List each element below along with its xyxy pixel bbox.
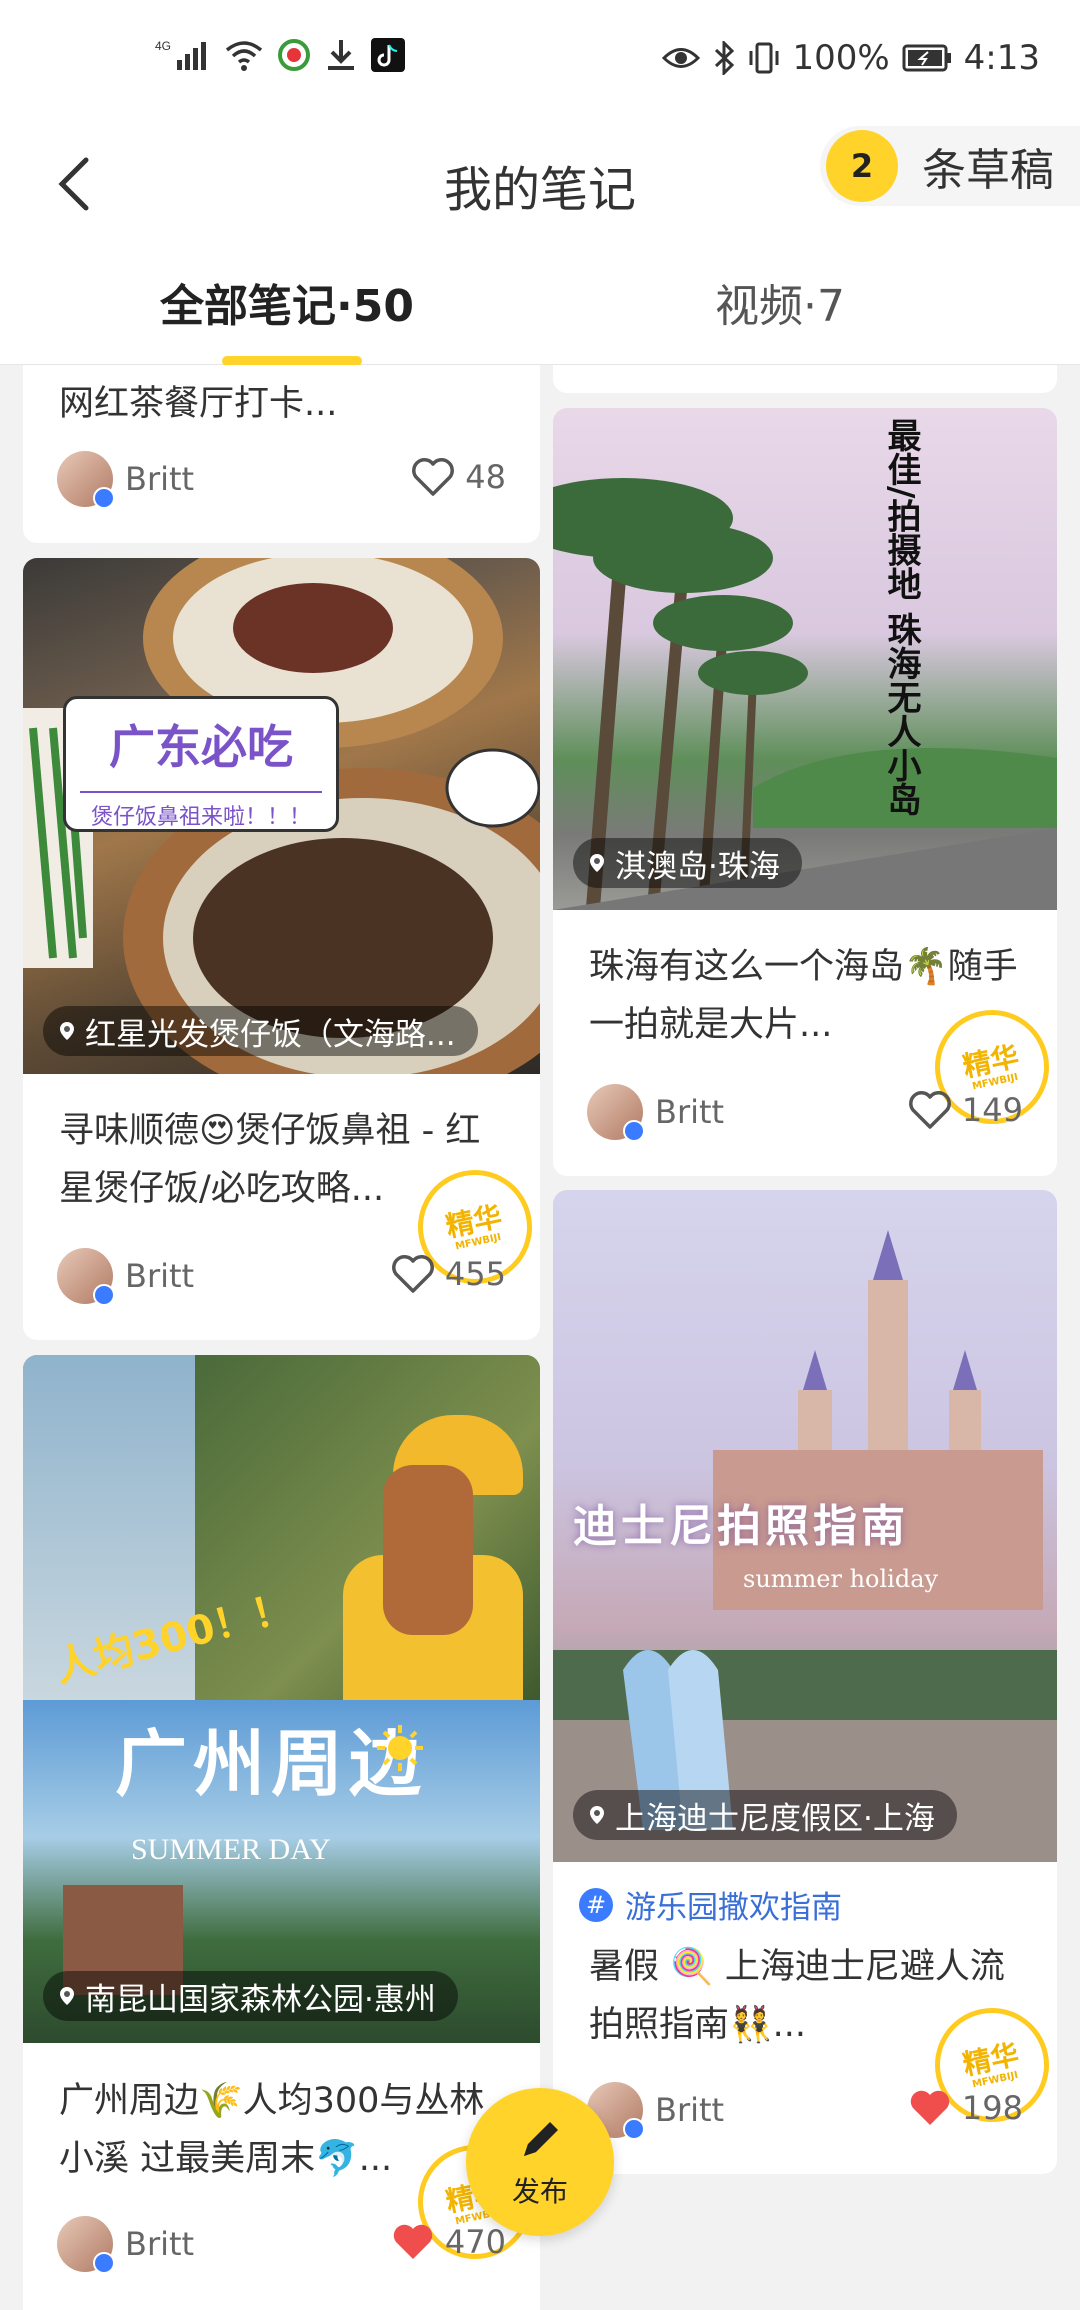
eye-icon [662,43,701,73]
note-title: 网红茶餐厅打卡... [59,384,338,424]
author-name: Britt [655,1093,725,1131]
verified-badge-icon [93,487,115,509]
note-card-zhuhai-island[interactable]: 最佳/拍摄地 珠海无人小岛 淇澳岛·珠海 珠海有这么一个海岛🌴随手一拍就是大片.… [553,408,1057,1176]
author-name: Britt [125,1257,195,1295]
avatar [587,1084,645,1142]
author-name: Britt [655,2091,725,2129]
sticker-title: 广东必吃 [109,720,293,774]
note-card-previous[interactable] [553,365,1057,393]
location-tag[interactable]: 上海迪士尼度假区·上海 [573,1790,957,1840]
image-person-hair [383,1465,473,1635]
publish-button[interactable]: 发布 [466,2088,614,2236]
header: 我的笔记 2 条草稿 [0,120,1080,248]
drafts-label: 条草稿 [922,145,1054,196]
download-icon [325,38,357,72]
note-cover-image: 最佳/拍摄地 珠海无人小岛 淇澳岛·珠海 [553,408,1057,910]
note-card-guangzhou-trip[interactable]: 人均300！！ 广州周边 SUMMER DAY 南昆山国家森林公园·惠州 广州周… [23,1355,540,2310]
tiktok-icon [371,38,405,72]
signal-icon: 4G [155,38,211,72]
location-pin-icon [590,1806,604,1824]
avatar [57,451,115,509]
heart-outline-icon [412,458,455,496]
note-card-disney[interactable]: 迪士尼拍照指南 summer holiday 上海迪士尼度假区·上海 # 游乐园… [553,1190,1057,2174]
hashtag-icon: # [579,1887,613,1922]
verified-badge-icon [93,2252,115,2274]
heart-filled-icon [393,2224,433,2259]
note-card-tea-restaurant[interactable]: 网红茶餐厅打卡... Britt 48 [23,365,540,543]
like-button[interactable]: 455 [391,1254,506,1294]
battery-percent: 100% [792,38,890,78]
author-name: Britt [125,460,195,498]
author[interactable]: Britt [57,451,195,509]
location-tag[interactable]: 南昆山国家森林公园·惠州 [43,1971,458,2021]
sticker-subtitle: 煲仔饭鼻祖来啦！！！ [80,791,322,831]
network-type: 4G [155,39,171,53]
like-count: 455 [444,1255,506,1293]
avatar [57,2216,115,2274]
overlay-vertical-text: 最佳/拍摄地 珠海无人小岛 [881,418,921,817]
tab-all-notes[interactable]: 全部笔记·50 [160,270,414,334]
overlay-summer-text: SUMMER DAY [131,1833,331,1866]
status-left: 4G [155,38,405,72]
bluetooth-icon [712,41,736,75]
status-right: 100% 4:13 [662,38,1040,78]
overlay-title-text: 迪士尼拍照指南 [573,1501,909,1552]
author[interactable]: Britt [57,2216,195,2274]
location-text: 上海迪士尼度假区·上海 [615,1800,935,1837]
like-button[interactable]: 198 [908,2088,1023,2128]
location-text: 南昆山国家森林公园·惠州 [85,1981,436,2018]
tab-bar: 全部笔记·50 视频·7 [0,248,1080,366]
heart-outline-icon [392,1255,434,1293]
pencil-icon [522,2122,558,2163]
vibrate-icon [748,41,780,75]
drafts-button[interactable]: 2 条草稿 [820,126,1080,206]
verified-badge-icon [623,2118,645,2140]
author[interactable]: Britt [57,1248,195,1306]
author[interactable]: Britt [587,2082,725,2140]
location-pin-icon [590,854,604,872]
location-tag[interactable]: 红星光发煲仔饭（文海路... [43,1006,478,1056]
drafts-count-badge: 2 [826,130,898,202]
note-cover-image: 人均300！！ 广州周边 SUMMER DAY 南昆山国家森林公园·惠州 [23,1355,540,2043]
note-card-claypot-rice[interactable]: 广东必吃 煲仔饭鼻祖来啦！！！ 红星光发煲仔饭（文海路... 寻味顺德😍煲仔饭鼻… [23,558,540,1340]
like-count: 470 [444,2223,506,2261]
avatar [57,1248,115,1306]
note-cover-image: 广东必吃 煲仔饭鼻祖来啦！！！ 红星光发煲仔饭（文海路... [23,558,540,1074]
like-button[interactable]: 48 [411,457,506,497]
like-button[interactable]: 470 [391,2222,506,2262]
palm-trees-illustration [553,478,1057,910]
author[interactable]: Britt [587,1084,725,1142]
author-name: Britt [125,2225,195,2263]
topic-text: 游乐园撒欢指南 [625,1890,842,1926]
heart-outline-icon [909,1091,951,1129]
sticker-box: 广东必吃 煲仔饭鼻祖来啦！！！ [63,696,339,832]
verified-badge-icon [623,1120,645,1142]
verified-badge-icon [93,1284,115,1306]
tab-videos[interactable]: 视频·7 [715,270,845,334]
topic-tag[interactable]: # 游乐园撒欢指南 [579,1882,842,1927]
like-count: 198 [961,2089,1023,2127]
heart-filled-icon [910,2090,950,2125]
location-text: 红星光发煲仔饭（文海路... [85,1016,456,1053]
publish-label: 发布 [511,2175,568,2208]
location-pin-icon [60,1987,74,2005]
app-notification-icon [277,38,311,72]
overlay-subtitle-text: summer holiday [743,1565,939,1593]
like-button[interactable]: 149 [908,1090,1023,1130]
clock: 4:13 [963,38,1040,78]
location-pin-icon [60,1022,74,1040]
sun-icon [377,1725,423,1771]
location-tag[interactable]: 淇澳岛·珠海 [573,838,802,888]
status-bar: 4G 100% 4:13 [0,0,1080,120]
note-cover-image: 迪士尼拍照指南 summer holiday 上海迪士尼度假区·上海 [553,1190,1057,1862]
location-text: 淇澳岛·珠海 [615,848,780,885]
like-count: 149 [961,1091,1023,1129]
battery-icon [902,43,952,73]
wifi-icon [225,38,263,72]
like-count: 48 [465,458,506,496]
